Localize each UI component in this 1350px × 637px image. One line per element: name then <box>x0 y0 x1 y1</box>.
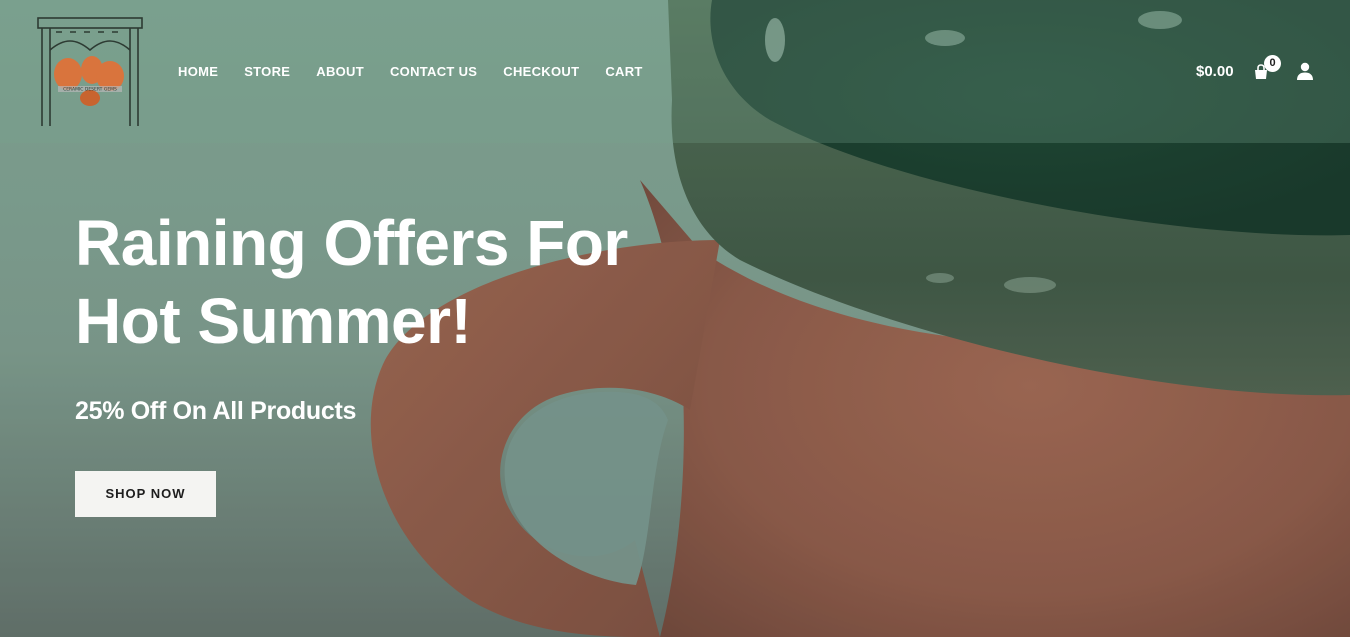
cart-count-badge: 0 <box>1264 55 1281 72</box>
nav-store[interactable]: STORE <box>244 63 290 81</box>
logo-text: CERAMIC DESERT GEMS <box>63 87 117 93</box>
main-nav: HOME STORE ABOUT CONTACT US CHECKOUT CAR… <box>178 63 669 81</box>
hero-subhead: 25% Off On All Products <box>75 397 357 425</box>
shop-now-button[interactable]: SHOP NOW <box>75 471 216 517</box>
nav-contact-us[interactable]: CONTACT US <box>390 63 477 81</box>
user-icon[interactable] <box>1296 62 1314 81</box>
logo-graphic: CERAMIC DESERT GEMS <box>37 17 143 126</box>
hero-headline: Raining Offers For Hot Summer! <box>75 207 628 357</box>
nav-about[interactable]: ABOUT <box>316 63 364 81</box>
cart-total[interactable]: $0.00 <box>1196 62 1234 82</box>
site-logo[interactable]: CERAMIC DESERT GEMS <box>36 16 144 128</box>
nav-home[interactable]: HOME <box>178 63 218 81</box>
nav-cart[interactable]: CART <box>605 63 642 81</box>
nav-checkout[interactable]: CHECKOUT <box>503 63 579 81</box>
